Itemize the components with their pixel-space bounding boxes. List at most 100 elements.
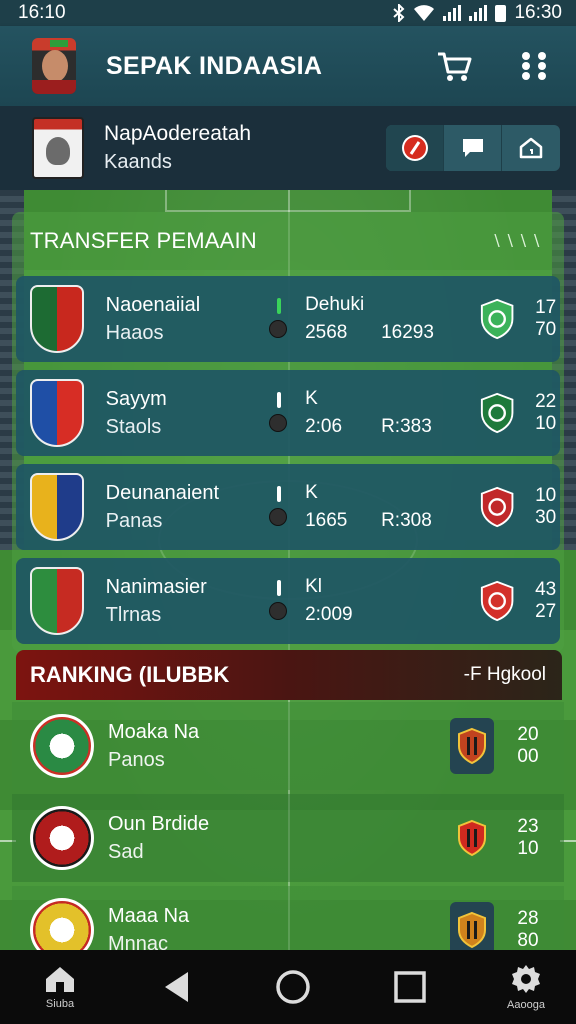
transfer-num-2: 27 [535,601,557,622]
transfer-stat-2: R:308 [381,510,432,531]
home-circle-icon [276,970,310,1004]
wifi-icon [414,5,435,21]
club-name: Moaka Na [108,721,200,743]
pitch-box [165,188,411,212]
status-bar: 16:10 16:30 [0,0,576,26]
nav-home[interactable]: Siuba [30,964,90,1010]
shield-icon [480,486,514,528]
bluetooth-icon [393,4,405,22]
kit-pin-icon [268,298,289,340]
nav-recents[interactable] [380,970,440,1004]
ranking-header: RANKING (ILUBBK -F Hgkool [16,650,562,700]
transfer-numbers: 22 10 [531,391,560,435]
transfer-stat-2: 16293 [381,322,434,343]
cart-icon [438,52,472,81]
ranking-row[interactable]: Moaka Na Panos 20 00 [12,702,564,790]
nav-home-label: Siuba [45,998,75,1010]
player-name: Sayym [105,388,167,410]
user-info: NapAodereatah Kaands [104,120,386,176]
ranking-numbers: 20 00 [508,724,548,768]
player-name: Deunanaient [105,482,220,504]
transfer-stats: Dehuki 2568 16293 [305,291,477,347]
user-name: NapAodereatah [104,122,252,145]
cart-button[interactable] [432,44,476,88]
transfer-stats: K 2:06 R:383 [305,385,477,441]
club-shield-icon [450,810,494,866]
nav-settings[interactable]: Aaooga [496,963,556,1011]
pin-button[interactable] [386,125,444,171]
transfer-stat-1: 2:009 [305,604,353,625]
gear-icon [512,965,540,993]
avatar[interactable] [32,38,76,94]
club-name: Oun Brdide [108,813,210,835]
ranking-num-2: 10 [517,838,539,859]
transfer-stats: K 1665 R:308 [305,479,477,535]
home-icon [46,967,74,992]
shield-icon [480,580,514,622]
app-title: SEPAK INDAASIA [106,51,323,80]
nav-home-circle[interactable] [263,968,323,1006]
club-sub: Sad [108,841,144,863]
ranking-title: RANKING (ILUBBK [30,662,230,687]
club-badge [30,567,84,635]
transfer-num-2: 70 [535,319,557,340]
menu-button[interactable] [512,44,556,88]
transfer-num-1: 43 [535,579,557,600]
nav-back[interactable] [147,970,207,1004]
player-info: Naoenaiial Haaos [106,291,268,347]
player-club: Staols [105,416,162,438]
transfer-label: Kl [305,576,322,597]
shield-icon [480,298,514,340]
transfer-stat-1: 2:06 [305,416,343,437]
transfer-row[interactable]: Nanimasier Tlrnas Kl 2:009 43 27 [16,558,560,644]
user-action-group [386,125,560,171]
ranking-num-1: 28 [517,908,539,929]
transfer-num-1: 10 [535,485,557,506]
transfer-row[interactable]: Sayym Staols K 2:06 R:383 22 10 [16,370,560,456]
user-club-crest[interactable] [32,117,84,179]
player-club: Panas [105,510,163,532]
player-name: Naoenaiial [105,294,201,316]
ranking-numbers: 28 80 [508,908,548,952]
kit-pin-icon [268,580,289,622]
signal-icon-2 [469,5,488,21]
kit-pin-icon [268,486,289,528]
ranking-filter[interactable]: -F Hgkool [464,664,546,686]
home-icon [519,137,543,159]
user-bar: NapAodereatah Kaands [0,106,576,190]
club-badge [30,285,84,353]
home-button[interactable] [502,125,560,171]
recents-square-icon [393,971,426,1003]
transfer-row[interactable]: Deunanaient Panas K 1665 R:308 10 30 [16,464,560,550]
ranking-num-1: 20 [517,724,539,745]
chat-button[interactable] [444,125,502,171]
transfer-label: Dehuki [305,294,365,315]
player-club: Haaos [105,322,164,344]
transfer-header: TRANSFER PEMAAIN ∖∖∖∖ [12,212,564,270]
club-badge [30,714,94,778]
user-subtitle: Kaands [104,151,172,173]
transfer-row[interactable]: Naoenaiial Haaos Dehuki 2568 16293 17 70 [16,276,560,362]
ranking-row[interactable]: Oun Brdide Sad 23 10 [12,794,564,882]
app-bar: SEPAK INDAASIA [0,26,576,106]
ranking-numbers: 23 10 [508,816,548,860]
transfer-num-2: 10 [535,413,557,434]
grid-dots-icon [522,52,546,80]
club-shield-icon [450,718,494,774]
chevron-down-icon[interactable]: ∖∖∖∖ [491,231,544,251]
kit-pin-icon [268,392,289,434]
transfer-num-1: 22 [535,391,557,412]
transfer-panel: TRANSFER PEMAAIN ∖∖∖∖ Naoenaiial Haaos D… [12,212,564,652]
signal-icon [443,5,462,21]
transfer-stat-1: 1665 [305,510,348,531]
club-sub: Panos [108,749,165,771]
club-info: Moaka Na Panos [108,718,450,774]
player-info: Nanimasier Tlrnas [106,573,268,629]
ranking-list: Moaka Na Panos 20 00 Oun Brdide Sad 23 1… [0,700,576,974]
pin-icon [401,135,428,161]
chat-icon [462,139,483,157]
ranking-num-2: 00 [517,746,539,767]
transfer-label: K [305,388,318,409]
transfer-num-2: 30 [535,507,557,528]
status-time-right: 16:30 [514,2,562,23]
